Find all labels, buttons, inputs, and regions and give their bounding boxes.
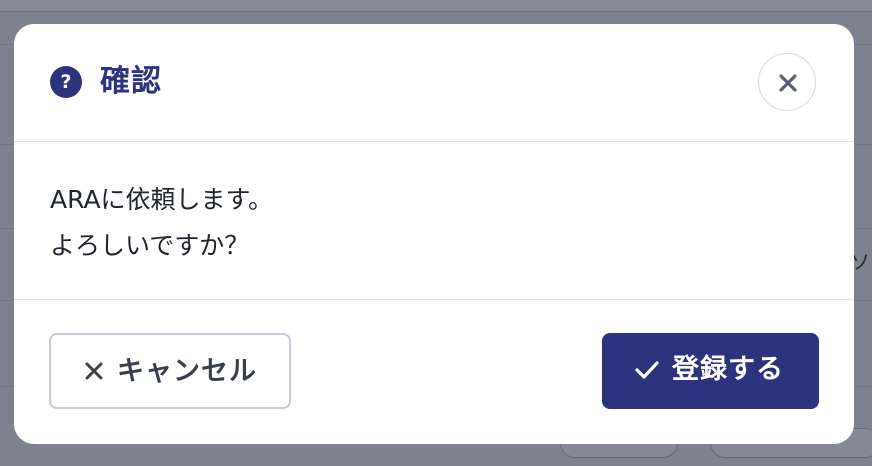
message-line: ARAに依頼します。 xyxy=(50,185,274,214)
dialog-title: 確認 xyxy=(100,64,162,99)
submit-button[interactable]: 登録する xyxy=(602,333,819,409)
close-icon xyxy=(779,74,797,92)
cancel-button[interactable]: キャンセル xyxy=(49,333,291,409)
message-line: よろしいですか？ xyxy=(50,231,250,260)
dialog-body: ARAに依頼します。 よろしいですか？ xyxy=(14,142,854,300)
dialog-header: ? 確認 xyxy=(14,24,854,142)
confirm-dialog: ? 確認 ARAに依頼します。 よろしいですか？ キャンセル 登録する xyxy=(14,24,854,444)
check-icon xyxy=(635,361,659,379)
background-topbar xyxy=(0,0,872,12)
close-icon xyxy=(85,362,103,380)
submit-button-label: 登録する xyxy=(672,354,784,385)
cancel-button-label: キャンセル xyxy=(117,356,257,387)
question-circle-icon: ? xyxy=(50,66,82,98)
close-button[interactable] xyxy=(758,53,816,111)
